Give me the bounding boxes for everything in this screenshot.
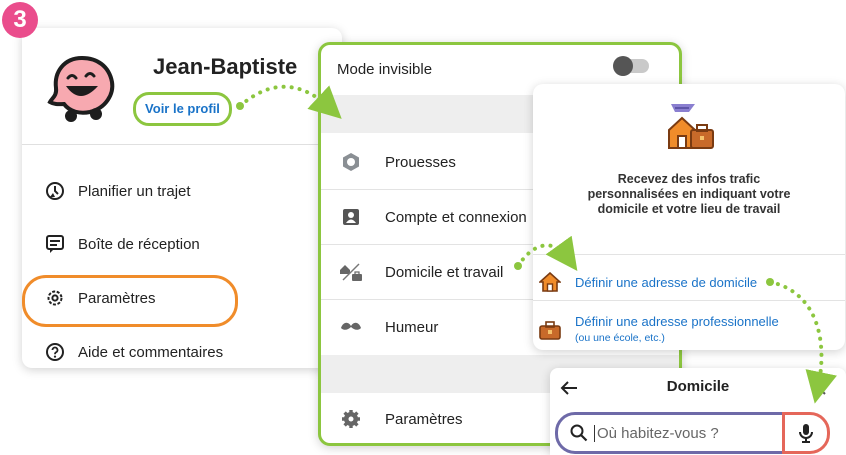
set-work-sublabel: (ou une école, etc.) (575, 332, 665, 344)
gear-icon (339, 409, 363, 429)
menu-item-label: Planifier un trajet (78, 182, 191, 200)
clock-plan-icon (44, 180, 66, 202)
settings-item-label: Humeur (385, 318, 439, 336)
menu-item-settings[interactable]: Paramètres (44, 287, 156, 309)
microphone-icon (798, 423, 814, 443)
settings-item-label: Compte et connexion (385, 208, 527, 226)
set-work-link[interactable]: Définir une adresse professionnelle (575, 314, 779, 329)
home-icon (539, 272, 561, 292)
help-icon (44, 341, 66, 363)
menu-item-label: Paramètres (78, 289, 156, 307)
description-line: domicile et votre lieu de travail (597, 202, 781, 216)
divider (533, 300, 845, 301)
settings-item-label: Prouesses (385, 153, 456, 171)
home-work-panel: Recevez des infos trafic personnalisées … (533, 84, 845, 350)
account-card-icon (339, 207, 363, 227)
menu-item-help[interactable]: Aide et commentaires (44, 341, 223, 363)
home-work-description: Recevez des infos trafic personnalisées … (533, 172, 845, 217)
description-line: Recevez des infos trafic (617, 172, 761, 186)
gear-icon (44, 287, 66, 309)
domicile-search-panel: Domicile Où habitez-vous ? (550, 368, 846, 455)
home-work-illustration-icon (665, 100, 717, 152)
settings-item-label: Domicile et travail (385, 263, 504, 281)
divider (533, 254, 845, 255)
search-icon (570, 424, 588, 442)
profile-name: Jean-Baptiste (153, 54, 298, 79)
mustache-icon (339, 321, 363, 333)
set-home-row[interactable]: Définir une adresse de domicile (539, 272, 757, 292)
close-icon[interactable] (812, 381, 826, 395)
menu-item-label: Aide et commentaires (78, 343, 224, 361)
main-menu-panel: Jean-Baptiste Voir le profil Planifier u… (22, 28, 342, 368)
badge-icon (339, 152, 363, 172)
home-work-icon (339, 262, 363, 282)
settings-item-label: Paramètres (385, 410, 463, 428)
address-search-field[interactable]: Où habitez-vous ? (555, 412, 785, 454)
inbox-icon (44, 233, 66, 255)
menu-item-plan-trip[interactable]: Planifier un trajet (44, 180, 191, 202)
invisible-mode-label: Mode invisible (337, 60, 433, 78)
set-work-row[interactable]: Définir une adresse professionnelle (ou … (539, 314, 779, 344)
waze-avatar-icon (46, 52, 118, 124)
description-line: personnalisées en indiquant votre (587, 187, 791, 201)
invisible-mode-toggle[interactable] (613, 56, 649, 76)
divider (22, 144, 342, 145)
menu-item-label: Boîte de réception (78, 235, 200, 253)
menu-item-inbox[interactable]: Boîte de réception (44, 233, 200, 255)
domicile-title: Domicile (666, 378, 730, 395)
step-badge: 3 (2, 2, 38, 38)
set-home-link[interactable]: Définir une adresse de domicile (575, 275, 757, 290)
view-profile-button[interactable]: Voir le profil (133, 92, 232, 126)
search-input[interactable]: Où habitez-vous ? (594, 424, 719, 442)
briefcase-icon (539, 320, 561, 340)
voice-input-button[interactable] (782, 412, 830, 454)
